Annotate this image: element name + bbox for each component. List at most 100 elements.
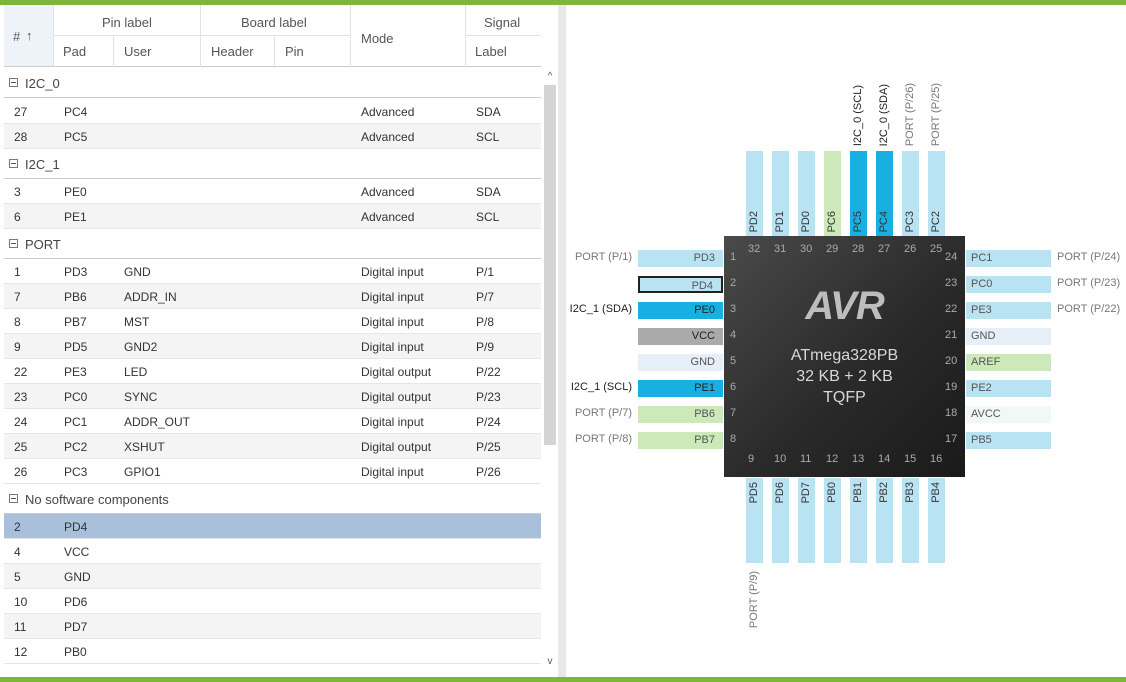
- pad-header-text: Pad: [63, 44, 87, 59]
- pin-pad-pc0[interactable]: PC0: [966, 276, 1051, 293]
- table-row[interactable]: 23 PC0 SYNC Digital output P/23: [4, 384, 541, 409]
- cell-num: 6: [14, 210, 21, 224]
- pin-pad-pb6[interactable]: PB6: [638, 406, 723, 423]
- pin-pad-pb3[interactable]: PB3: [902, 478, 919, 563]
- header-column-header[interactable]: Header: [201, 36, 275, 67]
- pin-number: 26: [904, 243, 917, 255]
- cell-pad: PC3: [64, 465, 88, 479]
- chip-name: ATmega328PB: [790, 347, 899, 364]
- pin-pad-pc1[interactable]: PC1: [966, 250, 1051, 267]
- collapse-icon[interactable]: [9, 239, 18, 248]
- cell-mode: Digital input: [361, 340, 424, 354]
- table-row[interactable]: 6 PE1 Advanced SCL: [4, 204, 541, 229]
- scroll-up-icon[interactable]: ^: [542, 68, 558, 85]
- table-row[interactable]: 10 PD6: [4, 589, 541, 614]
- collapse-icon[interactable]: [9, 78, 18, 87]
- table-row[interactable]: 24 PC1 ADDR_OUT Digital input P/24: [4, 409, 541, 434]
- table-row[interactable]: 11 PD7: [4, 614, 541, 639]
- pin-pad-pc2[interactable]: PC2: [928, 151, 945, 236]
- pin-pad-pe0[interactable]: PE0: [638, 302, 723, 319]
- pin-pad-pc6[interactable]: PC6: [824, 151, 841, 236]
- table-row[interactable]: 3 PE0 Advanced SDA: [4, 179, 541, 204]
- cell-pad: PE1: [64, 210, 87, 224]
- sort-column-header[interactable]: # ↑: [4, 5, 54, 67]
- pin-pad-vcc[interactable]: VCC: [638, 328, 723, 345]
- cell-pad: PD5: [64, 340, 88, 354]
- table-row[interactable]: 9 PD5 GND2 Digital input P/9: [4, 334, 541, 359]
- collapse-icon[interactable]: [9, 494, 18, 503]
- pin-pad-pb7[interactable]: PB7: [638, 432, 723, 449]
- table-row[interactable]: 8 PB7 MST Digital input P/8: [4, 309, 541, 334]
- table-row[interactable]: 4 VCC: [4, 539, 541, 564]
- pin-pad-gnd[interactable]: GND: [966, 328, 1051, 345]
- pin-pad-label: PB6: [694, 408, 715, 420]
- pin-pad-pd0[interactable]: PD0: [798, 151, 815, 236]
- table-row[interactable]: 26 PC3 GPIO1 Digital input P/26: [4, 459, 541, 484]
- pin-pad-label: PE0: [694, 304, 715, 316]
- pin-pad-pd7[interactable]: PD7: [798, 478, 815, 563]
- table-row[interactable]: 27 PC4 Advanced SDA: [4, 99, 541, 124]
- pin-pad-label: PD6: [774, 482, 786, 504]
- pin-pad-pd4[interactable]: PD4: [638, 276, 723, 293]
- pin-pad-pc3[interactable]: PC3: [902, 151, 919, 236]
- pin-column-header[interactable]: Pin: [275, 36, 351, 67]
- cell-label: SCL: [476, 130, 500, 144]
- table-row[interactable]: 1 PD3 GND Digital input P/1: [4, 259, 541, 284]
- cell-num: 4: [14, 545, 21, 559]
- table-row[interactable]: 12 PB0: [4, 639, 541, 664]
- scroll-down-icon[interactable]: v: [542, 653, 558, 670]
- pin-pad-pe2[interactable]: PE2: [966, 380, 1051, 397]
- pin-pad-gnd[interactable]: GND: [638, 354, 723, 371]
- pin-header-text: Pin: [285, 44, 304, 59]
- pane-splitter[interactable]: [558, 5, 566, 677]
- table-row[interactable]: 5 GND: [4, 564, 541, 589]
- pin-pad-pd2[interactable]: PD2: [746, 151, 763, 236]
- cell-mode: Advanced: [361, 185, 415, 199]
- pin-pad-pd3[interactable]: PD3: [638, 250, 723, 267]
- cell-mode: Digital input: [361, 415, 424, 429]
- chip-package: TQFP: [823, 389, 866, 406]
- table-row[interactable]: 22 PE3 LED Digital output P/22: [4, 359, 541, 384]
- pin-pad-pb5[interactable]: PB5: [966, 432, 1051, 449]
- pin-pad-pb1[interactable]: PB1: [850, 478, 867, 563]
- group-header-no-software[interactable]: No software components: [4, 484, 541, 514]
- pin-number: 15: [904, 453, 917, 465]
- scrollbar-thumb[interactable]: [544, 85, 556, 445]
- group-header-i2c1[interactable]: I2C_1: [4, 149, 541, 179]
- table-row-selected[interactable]: 2 PD4: [4, 514, 541, 539]
- cell-pad: PC5: [64, 130, 88, 144]
- pin-number: 22: [945, 303, 958, 315]
- mode-column-header[interactable]: Mode: [351, 5, 466, 67]
- pin-pad-pb2[interactable]: PB2: [876, 478, 893, 563]
- pin-pad-label: AVCC: [971, 408, 1001, 420]
- pin-pad-pd1[interactable]: PD1: [772, 151, 789, 236]
- group-header-port[interactable]: PORT: [4, 229, 541, 259]
- pin-pad-avcc[interactable]: AVCC: [966, 406, 1051, 423]
- pin-pad-pb0[interactable]: PB0: [824, 478, 841, 563]
- pin-table: # ↑ Pin label Pad User Board label Heade…: [4, 5, 559, 677]
- group-header-i2c0[interactable]: I2C_0: [4, 68, 541, 98]
- pad-column-header[interactable]: Pad: [54, 36, 114, 67]
- table-row[interactable]: 25 PC2 XSHUT Digital output P/25: [4, 434, 541, 459]
- label-column-header[interactable]: Label: [466, 36, 541, 67]
- cell-mode: Digital input: [361, 290, 424, 304]
- pin-number: 10: [774, 453, 787, 465]
- pin-pad-pe1[interactable]: PE1: [638, 380, 723, 397]
- table-row[interactable]: 7 PB6 ADDR_IN Digital input P/7: [4, 284, 541, 309]
- pin-pad-pd6[interactable]: PD6: [772, 478, 789, 563]
- pin-pad-pe3[interactable]: PE3: [966, 302, 1051, 319]
- pin-number: 32: [748, 243, 761, 255]
- pin-pad-pb4[interactable]: PB4: [928, 478, 945, 563]
- pin-pad-pc5[interactable]: PC5: [850, 151, 867, 236]
- pin-pad-label: PB5: [971, 434, 992, 446]
- pin-pad-pd5[interactable]: PD5: [746, 478, 763, 563]
- cell-label: P/1: [476, 265, 495, 279]
- pin-pad-pc4[interactable]: PC4: [876, 151, 893, 236]
- collapse-icon[interactable]: [9, 159, 18, 168]
- pin-pad-aref[interactable]: AREF: [966, 354, 1051, 371]
- table-header: # ↑ Pin label Pad User Board label Heade…: [4, 5, 541, 67]
- pin-number: 2: [730, 277, 737, 289]
- pin-pad-label: PC0: [971, 278, 993, 290]
- table-row[interactable]: 28 PC5 Advanced SCL: [4, 124, 541, 149]
- user-column-header[interactable]: User: [114, 36, 201, 67]
